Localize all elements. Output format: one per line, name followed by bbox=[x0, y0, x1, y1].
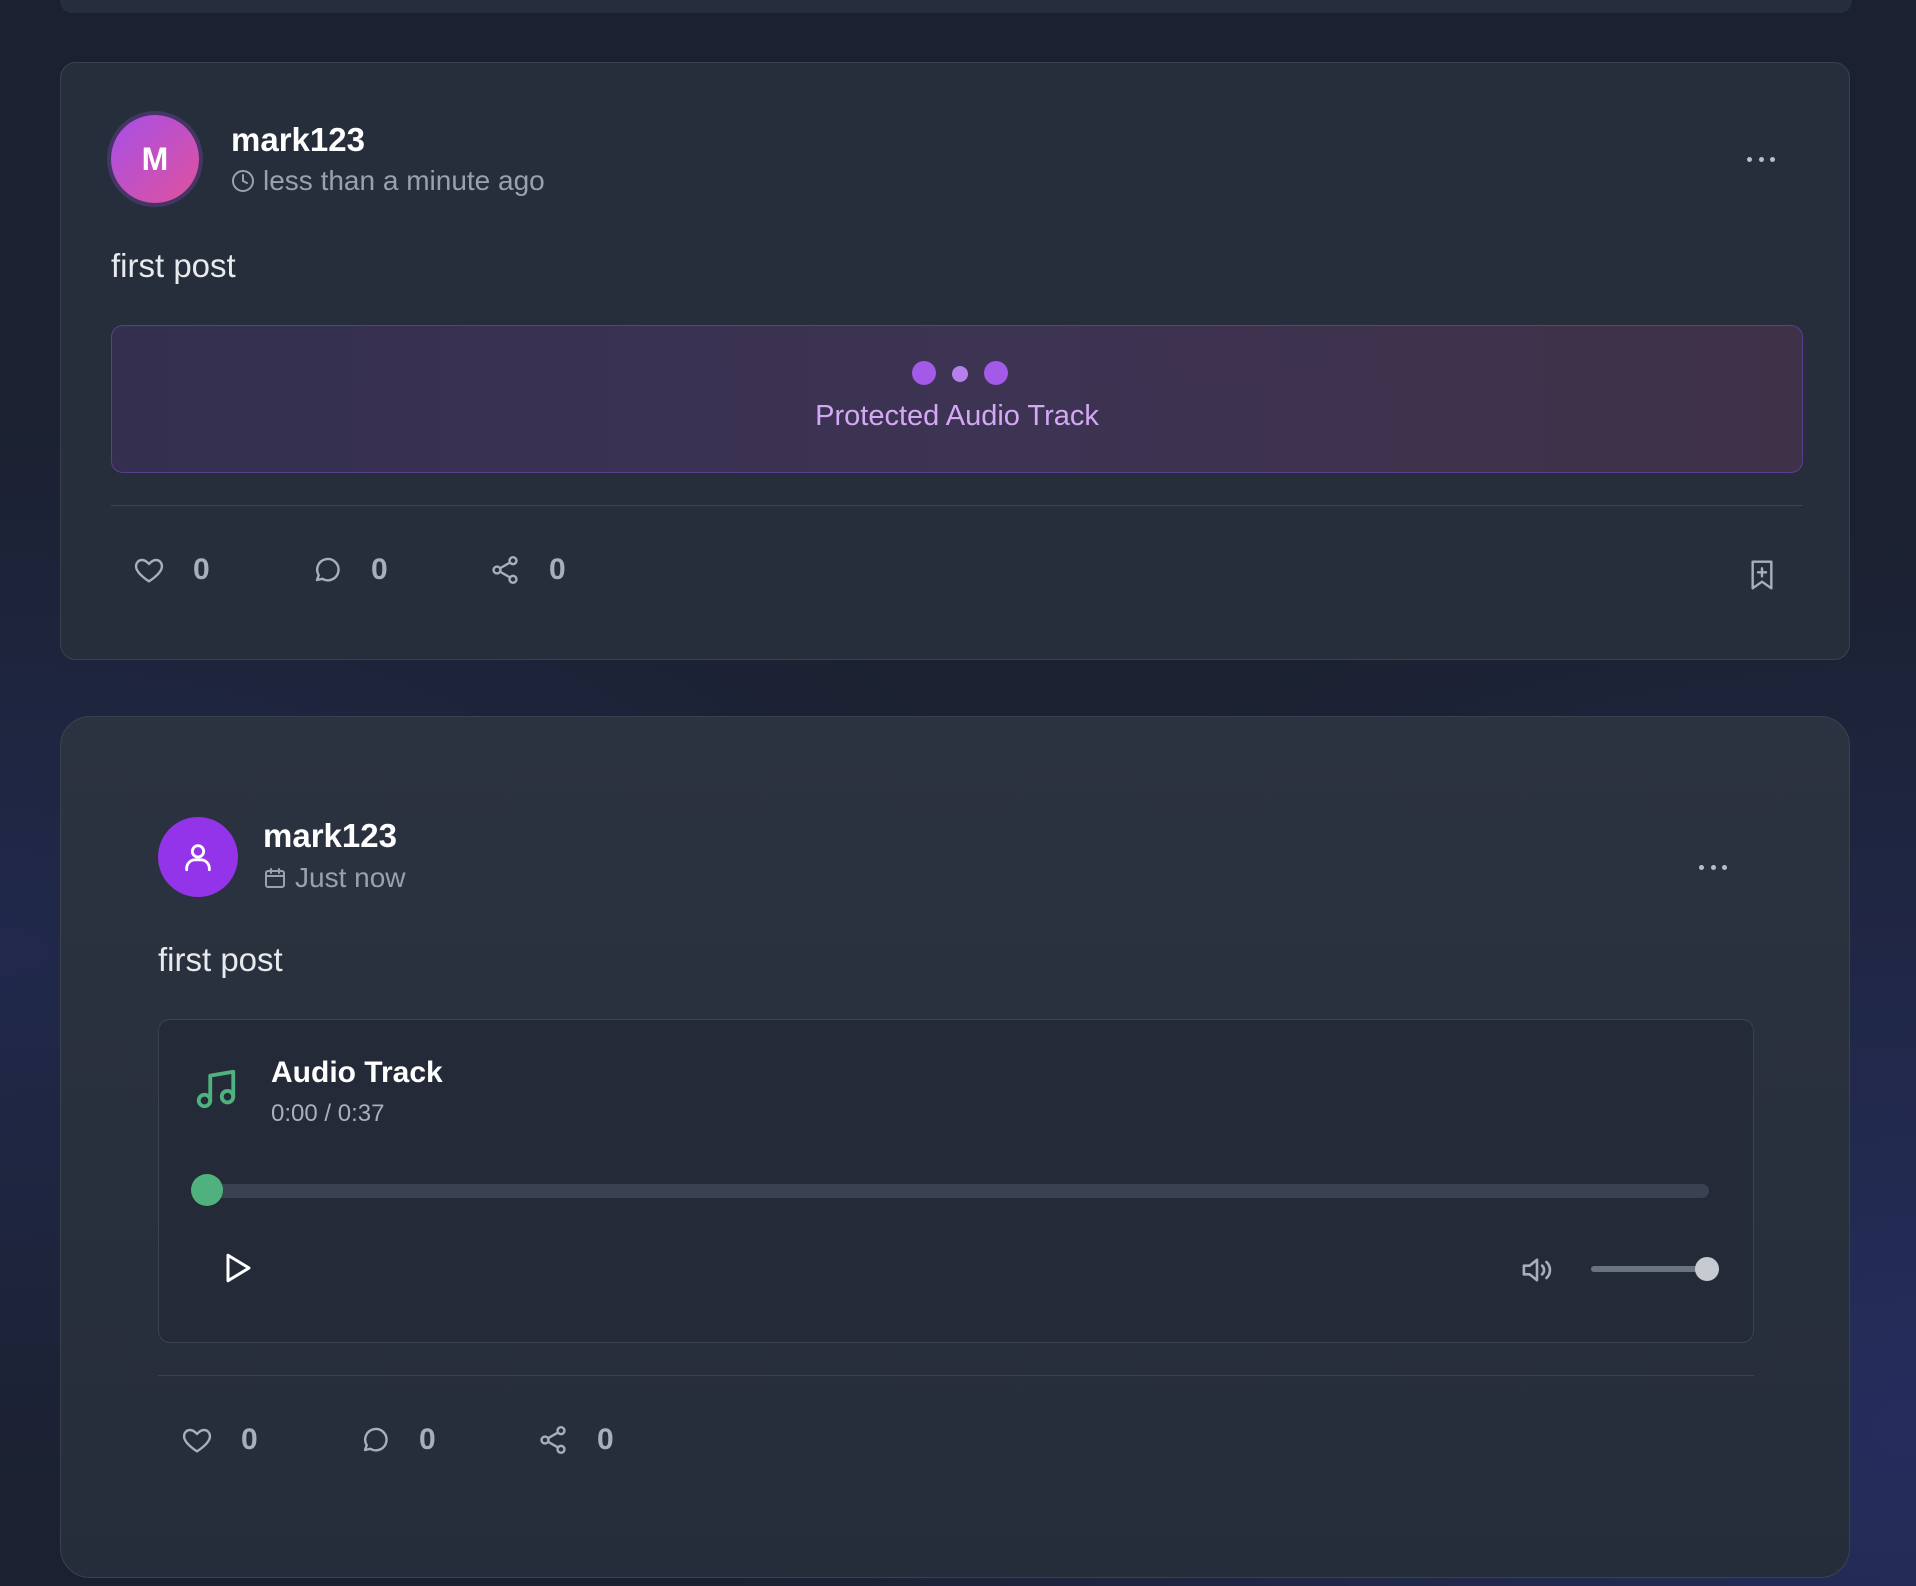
share-count: 0 bbox=[549, 553, 566, 586]
like-count: 0 bbox=[241, 1423, 258, 1456]
calendar-icon bbox=[265, 868, 285, 888]
divider bbox=[158, 1375, 1754, 1376]
more-icon bbox=[1747, 156, 1752, 162]
post-card: M mark123 less than a minute ago first p… bbox=[60, 62, 1850, 660]
username[interactable]: mark123 bbox=[263, 817, 397, 855]
user-icon bbox=[185, 844, 211, 872]
avatar[interactable] bbox=[158, 817, 238, 897]
post-text: first post bbox=[158, 941, 283, 978]
protected-audio-box: Protected Audio Track bbox=[111, 325, 1803, 473]
heart-icon bbox=[134, 558, 164, 583]
comment-count: 0 bbox=[419, 1423, 436, 1456]
more-options-button[interactable] bbox=[1693, 857, 1733, 877]
comment-button[interactable]: 0 bbox=[359, 1423, 436, 1457]
share-icon bbox=[492, 556, 518, 584]
heart-icon bbox=[182, 1428, 212, 1453]
previous-post-card bbox=[60, 0, 1852, 13]
like-count: 0 bbox=[193, 553, 210, 586]
more-icon bbox=[1699, 864, 1704, 870]
post-timestamp: Just now bbox=[263, 862, 406, 894]
share-button[interactable]: 0 bbox=[537, 1423, 614, 1457]
share-count: 0 bbox=[597, 1423, 614, 1456]
audio-player: Audio Track 0:00 / 0:37 bbox=[158, 1019, 1754, 1343]
play-button[interactable] bbox=[219, 1250, 255, 1286]
timestamp-text: less than a minute ago bbox=[263, 165, 545, 196]
volume-icon[interactable] bbox=[1519, 1254, 1555, 1286]
progress-track[interactable] bbox=[209, 1184, 1709, 1198]
protected-audio-label: Protected Audio Track bbox=[815, 400, 1099, 432]
post-text: first post bbox=[111, 247, 236, 284]
comment-icon bbox=[315, 557, 340, 582]
bookmark-plus-icon[interactable] bbox=[1747, 559, 1777, 591]
like-button[interactable]: 0 bbox=[133, 553, 210, 587]
username[interactable]: mark123 bbox=[231, 121, 365, 159]
like-button[interactable]: 0 bbox=[181, 1423, 258, 1457]
audio-time: 0:00 / 0:37 bbox=[271, 1100, 385, 1127]
share-button[interactable]: 0 bbox=[489, 553, 566, 587]
more-options-button[interactable] bbox=[1741, 149, 1781, 169]
share-icon bbox=[540, 1426, 566, 1454]
comment-button[interactable]: 0 bbox=[311, 553, 388, 587]
audio-title: Audio Track bbox=[271, 1056, 443, 1089]
post-timestamp: less than a minute ago bbox=[231, 165, 545, 197]
comment-count: 0 bbox=[371, 553, 388, 586]
divider bbox=[111, 505, 1803, 506]
progress-thumb[interactable] bbox=[191, 1174, 223, 1206]
post-card: mark123 Just now first post Audio Track … bbox=[60, 716, 1850, 1578]
music-note-icon bbox=[196, 1069, 236, 1109]
loading-dots bbox=[912, 358, 1032, 388]
avatar[interactable]: M bbox=[111, 115, 199, 203]
comment-icon bbox=[363, 1427, 388, 1452]
clock-icon bbox=[232, 170, 254, 192]
volume-thumb[interactable] bbox=[1695, 1257, 1719, 1281]
timestamp-text: Just now bbox=[295, 862, 406, 893]
